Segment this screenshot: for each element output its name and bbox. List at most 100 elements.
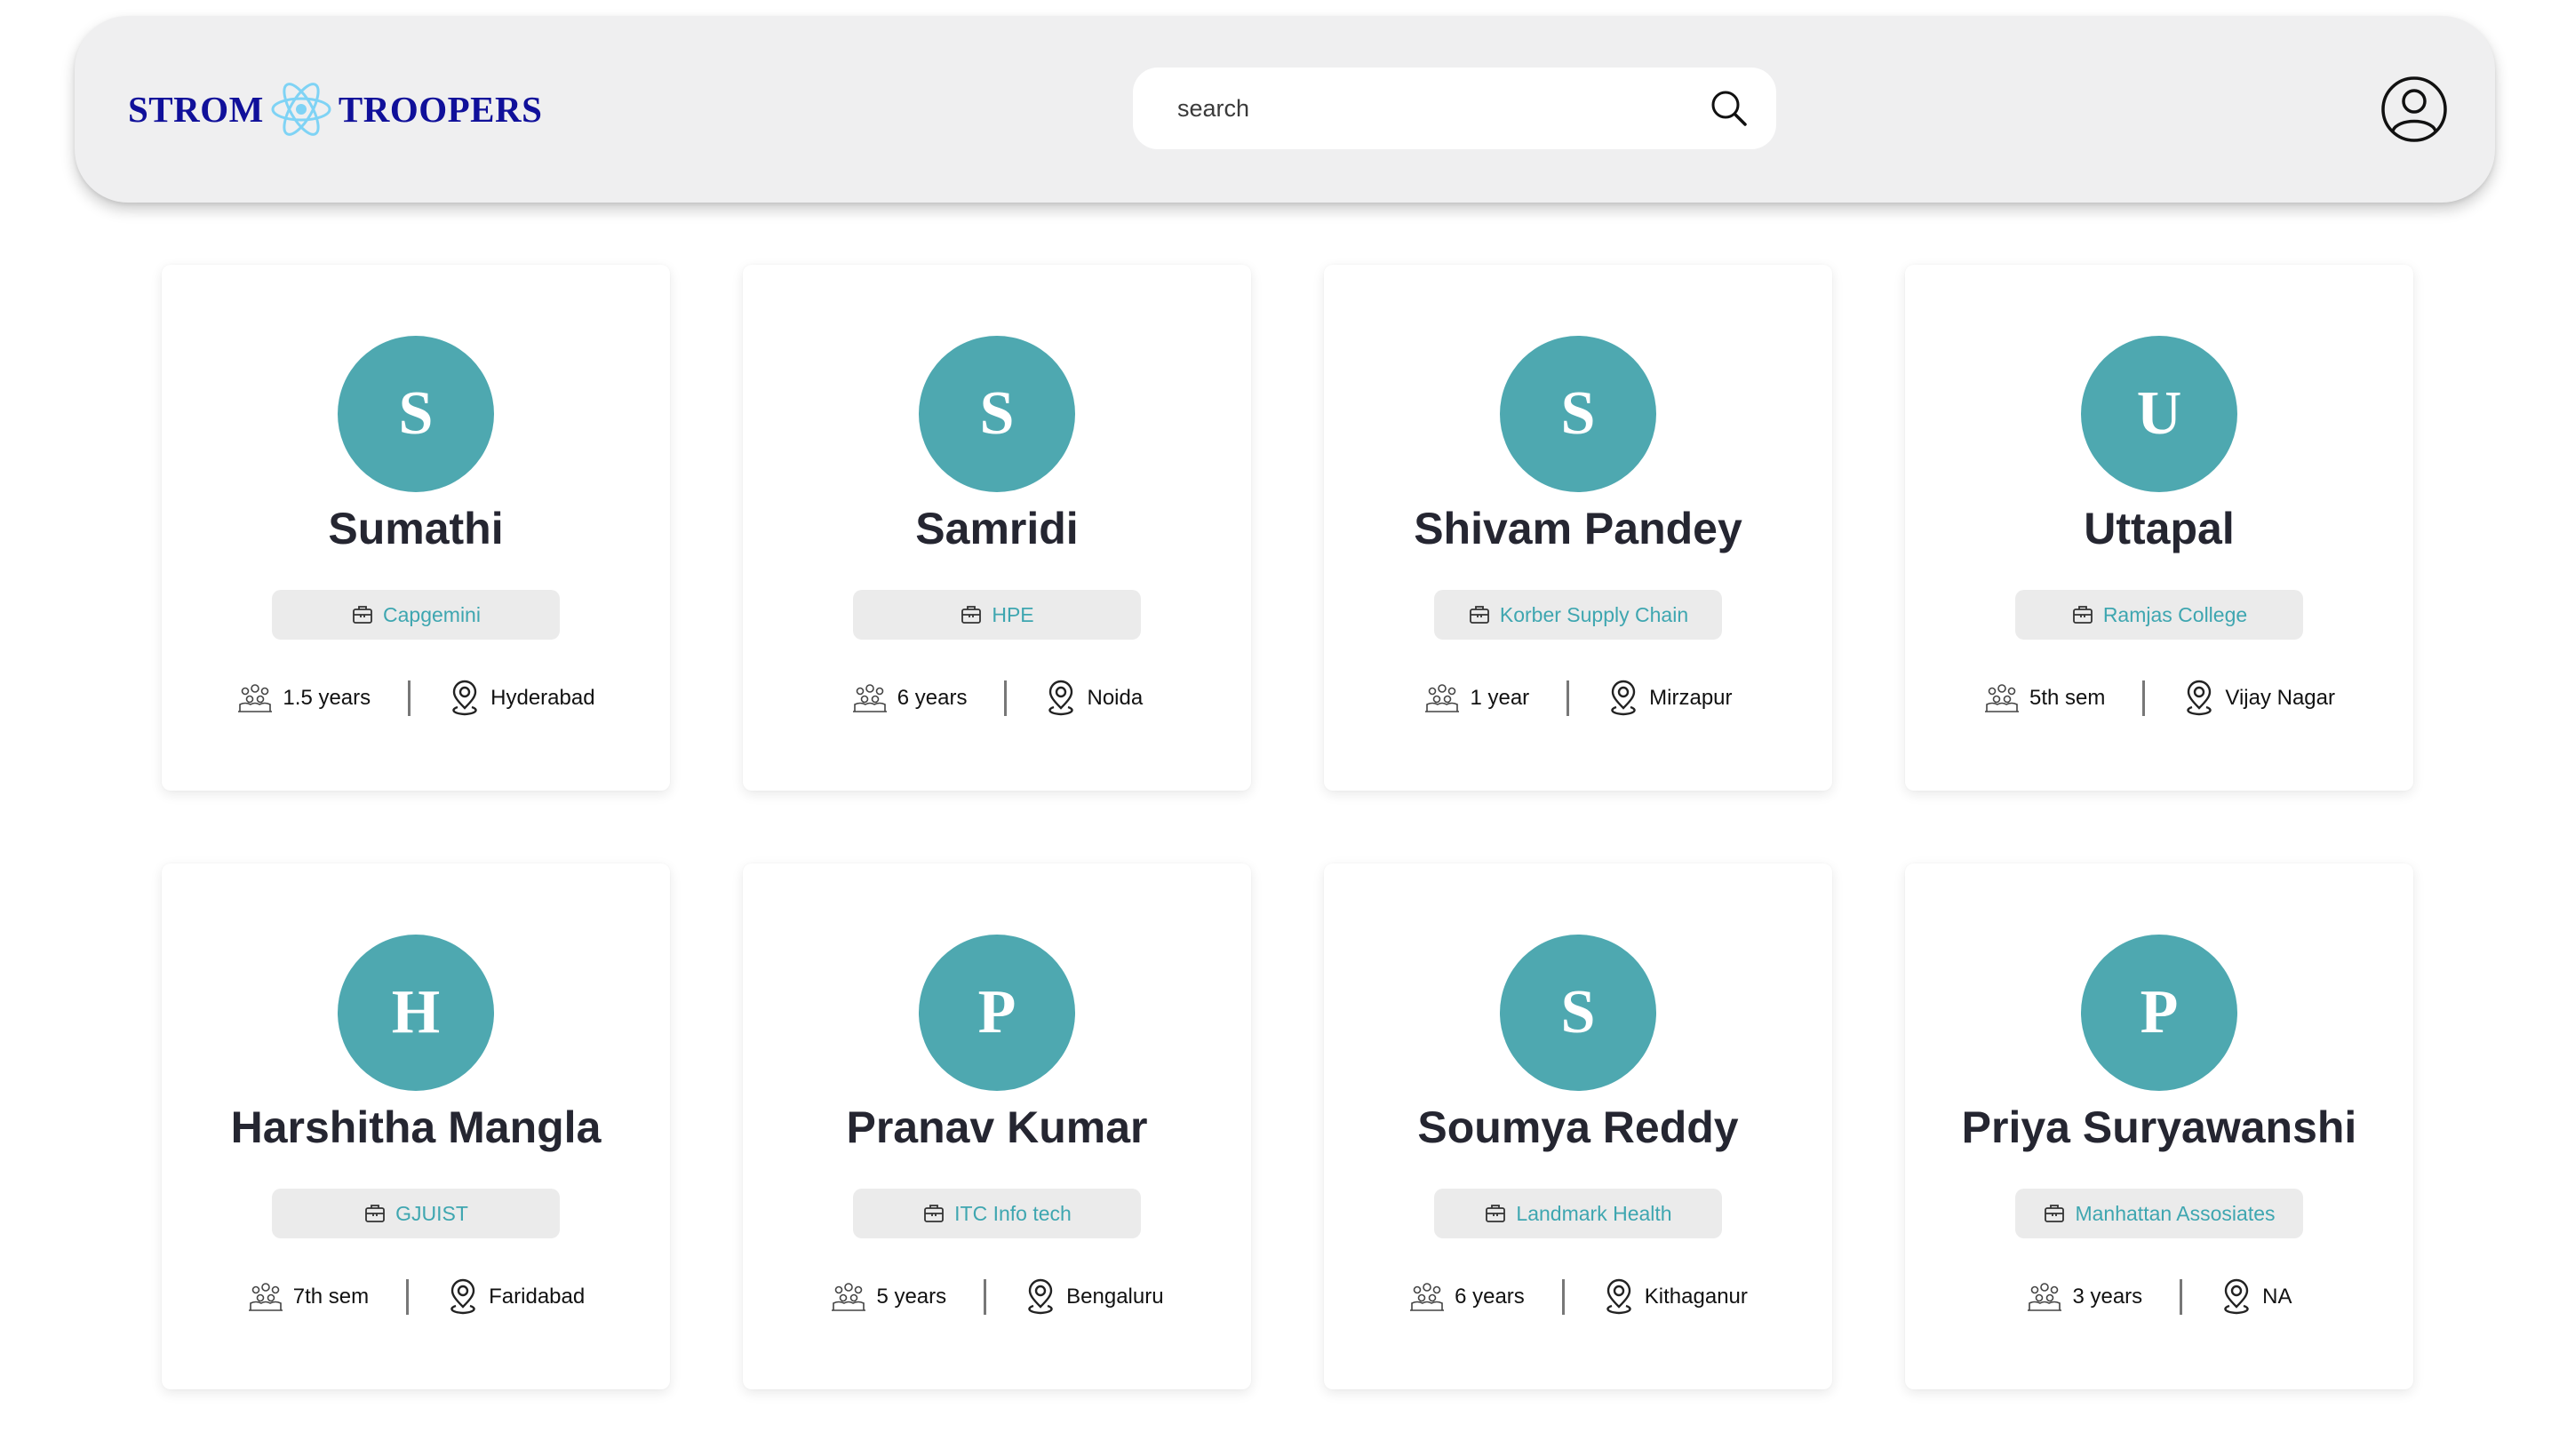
location-value: Vijay Nagar	[2225, 686, 2335, 710]
location-pin-icon	[1611, 680, 1636, 716]
location: Faridabad	[446, 1278, 585, 1316]
profile-card[interactable]: U Uttapal Ramjas College 5th sem Vijay N…	[1905, 265, 2413, 791]
brand-logo[interactable]: STROM TROOPERS	[128, 16, 542, 203]
company-name: Korber Supply Chain	[1499, 602, 1689, 626]
profile-meta: 7th sem Faridabad	[162, 1277, 670, 1317]
profile-name: Pranav Kumar	[846, 1102, 1148, 1152]
profile-card[interactable]: P Pranav Kumar ITC Info tech 5 years Ben…	[743, 863, 1251, 1389]
location-value: Faridabad	[489, 1285, 586, 1309]
location-value: Mirzapur	[1649, 686, 1733, 710]
company-name: ITC Info tech	[954, 1201, 1072, 1225]
location: Mirzapur	[1606, 680, 1733, 717]
location-value: NA	[2262, 1285, 2292, 1309]
experience-value: 7th sem	[292, 1285, 370, 1309]
avatar: S	[1500, 935, 1656, 1091]
briefcase-icon	[924, 1205, 945, 1222]
location-pin-icon	[1028, 1278, 1053, 1315]
location-value: Noida	[1087, 686, 1144, 710]
group-icon	[1985, 684, 2019, 712]
location-pin-icon	[2187, 680, 2212, 716]
group-icon	[1410, 1283, 1445, 1311]
profile-name: Priya Suryawanshi	[1961, 1102, 2357, 1152]
location-pin-icon	[2224, 1278, 2249, 1315]
avatar: P	[919, 935, 1075, 1091]
group-icon	[852, 684, 887, 712]
search-input[interactable]	[1177, 68, 1675, 149]
experience-value: 1 year	[1470, 686, 1530, 710]
profile-meta: 1 year Mirzapur	[1324, 679, 1832, 718]
profile-card[interactable]: H Harshitha Mangla GJUIST 7th sem Farida…	[162, 863, 670, 1389]
meta-divider	[1566, 680, 1570, 716]
experience-value: 3 years	[2072, 1285, 2143, 1309]
group-icon	[238, 684, 273, 712]
company-badge: GJUIST	[272, 1189, 560, 1238]
profile-card[interactable]: S Soumya Reddy Landmark Health 6 years K…	[1324, 863, 1832, 1389]
group-icon	[2028, 1283, 2062, 1311]
company-name: GJUIST	[395, 1201, 468, 1225]
avatar: P	[2081, 935, 2237, 1091]
experience: 5 years	[830, 1282, 946, 1312]
briefcase-icon	[2045, 1205, 2065, 1222]
briefcase-icon	[961, 606, 982, 624]
meta-divider	[2180, 1279, 2183, 1315]
company-badge: Capgemini	[272, 590, 560, 640]
briefcase-icon	[1486, 1205, 1506, 1222]
profile-card[interactable]: S Sumathi Capgemini 1.5 years Hyderabad	[162, 265, 670, 791]
location: NA	[2220, 1278, 2292, 1316]
group-icon	[248, 1283, 283, 1311]
experience-value: 6 years	[897, 686, 968, 710]
meta-divider	[406, 1279, 410, 1315]
company-name: Landmark Health	[1516, 1201, 1672, 1225]
profile-name: Sumathi	[328, 504, 504, 553]
profile-name: Uttapal	[2084, 504, 2235, 553]
profile-meta: 5th sem Vijay Nagar	[1905, 679, 2413, 718]
location-value: Kithaganur	[1644, 1285, 1748, 1309]
meta-divider	[2142, 680, 2146, 716]
experience: 6 years	[1408, 1282, 1525, 1312]
location-value: Bengaluru	[1066, 1285, 1164, 1309]
location: Hyderabad	[448, 680, 595, 717]
company-badge: Ramjas College	[2015, 590, 2303, 640]
experience: 1 year	[1423, 683, 1529, 713]
location: Vijay Nagar	[2182, 680, 2335, 717]
company-name: Manhattan Assosiates	[2075, 1201, 2276, 1225]
meta-divider	[1004, 680, 1008, 716]
profile-card[interactable]: P Priya Suryawanshi Manhattan Assosiates	[1905, 863, 2413, 1389]
company-badge: ITC Info tech	[853, 1189, 1141, 1238]
company-badge: HPE	[853, 590, 1141, 640]
profile-grid: S Sumathi Capgemini 1.5 years Hyderabad …	[162, 265, 2413, 1389]
avatar: H	[338, 935, 494, 1091]
company-badge: Korber Supply Chain	[1434, 590, 1722, 640]
location-pin-icon	[1606, 1278, 1631, 1315]
experience: 7th sem	[247, 1282, 369, 1312]
location-value: Hyderabad	[490, 686, 595, 710]
experience: 3 years	[2026, 1282, 2142, 1312]
search-icon[interactable]	[1709, 88, 1750, 129]
company-name: Ramjas College	[2102, 602, 2248, 626]
react-atom-icon	[271, 83, 331, 136]
user-circle-icon[interactable]	[2380, 76, 2448, 143]
company-badge: Landmark Health	[1434, 1189, 1722, 1238]
company-badge: Manhattan Assosiates	[2015, 1189, 2303, 1238]
company-name: HPE	[992, 602, 1034, 626]
experience-value: 5th sem	[2029, 686, 2106, 710]
meta-divider	[408, 680, 411, 716]
avatar: S	[919, 336, 1075, 492]
location-pin-icon	[452, 680, 477, 716]
profile-name: Shivam Pandey	[1414, 504, 1742, 553]
group-icon	[832, 1283, 866, 1311]
company-name: Capgemini	[383, 602, 481, 626]
meta-divider	[1561, 1279, 1565, 1315]
profile-meta: 6 years Kithaganur	[1324, 1277, 1832, 1317]
profile-meta: 6 years Noida	[743, 679, 1251, 718]
profile-meta: 3 years NA	[1905, 1277, 2413, 1317]
experience-value: 6 years	[1455, 1285, 1525, 1309]
profile-card[interactable]: S Samridi HPE 6 years Noida	[743, 265, 1251, 791]
profile-card[interactable]: S Shivam Pandey Korber Supply Chain 1 ye…	[1324, 265, 1832, 791]
search-bar	[1133, 68, 1776, 149]
profile-meta: 1.5 years Hyderabad	[162, 679, 670, 718]
experience-value: 5 years	[876, 1285, 947, 1309]
navbar: STROM TROOPERS	[75, 16, 2495, 203]
experience-value: 1.5 years	[283, 686, 371, 710]
location-pin-icon	[450, 1278, 475, 1315]
